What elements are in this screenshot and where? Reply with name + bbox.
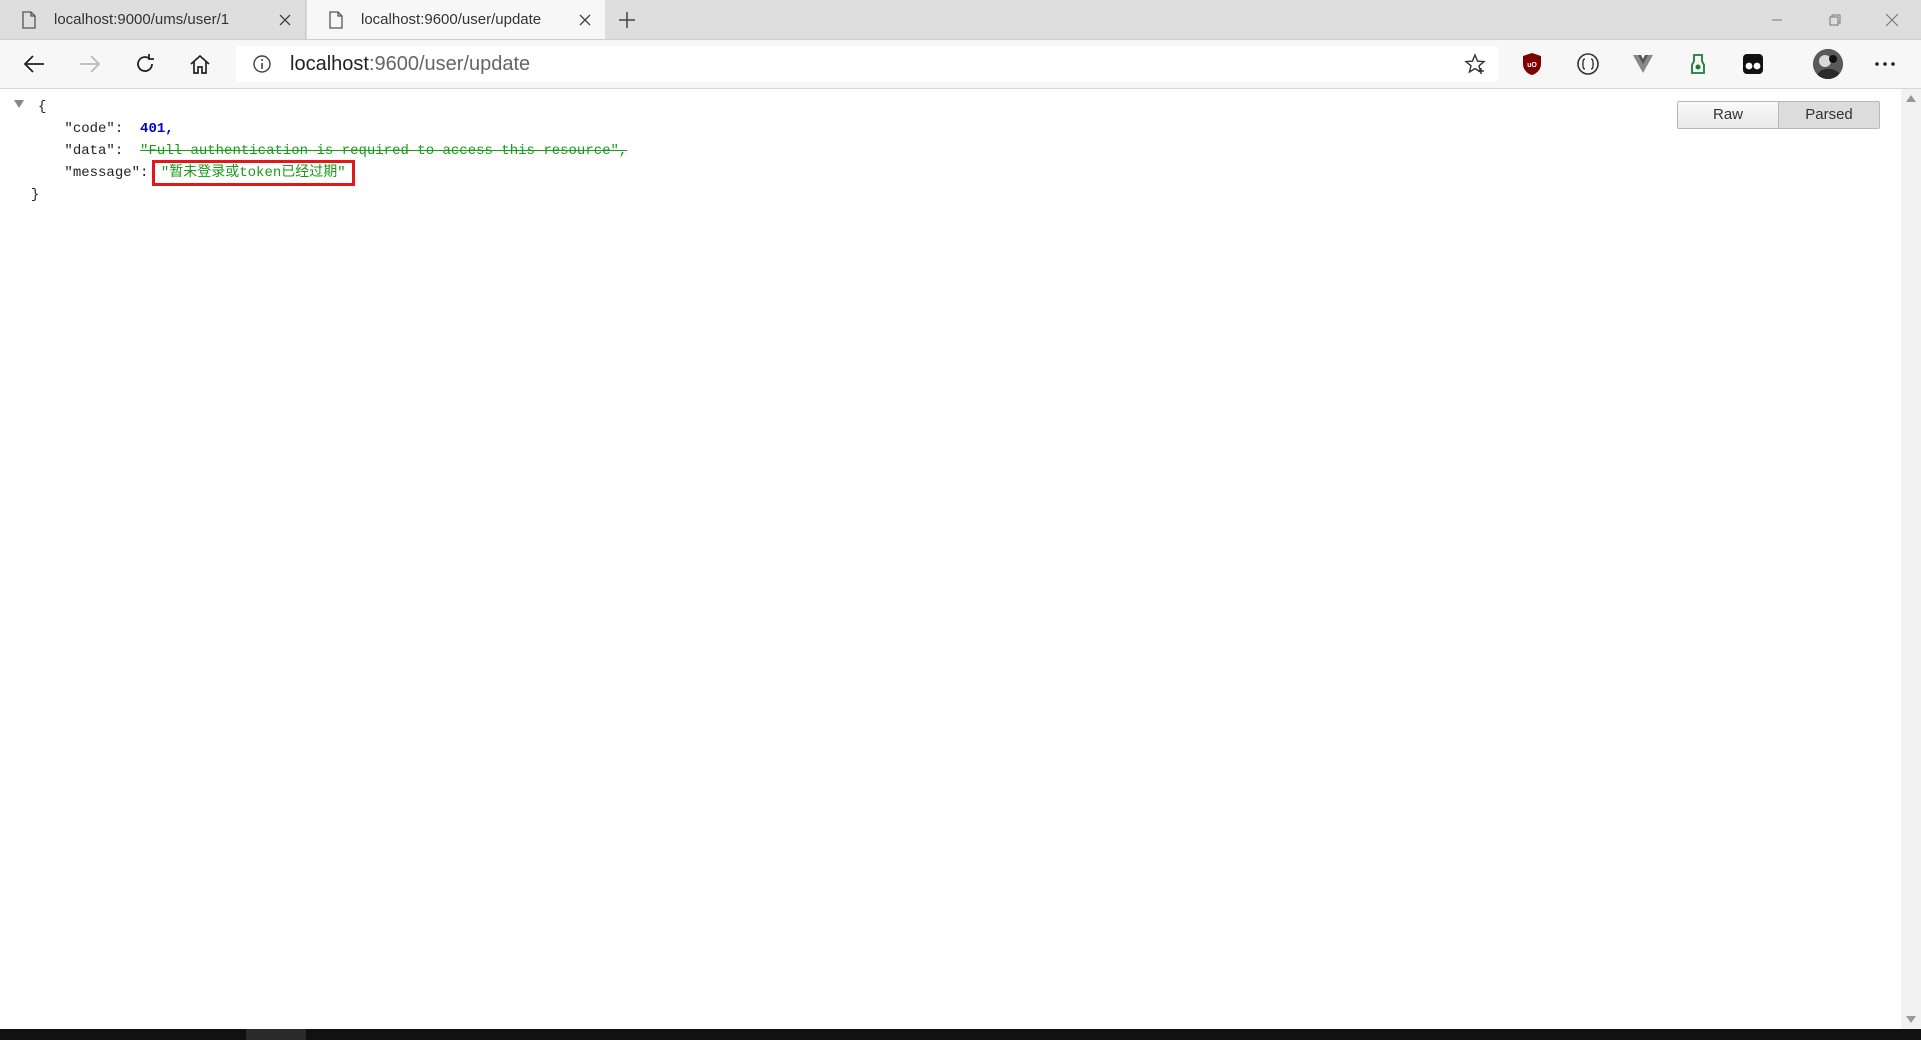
refresh-button[interactable]: [127, 48, 163, 80]
back-button[interactable]: [16, 48, 52, 80]
vertical-scrollbar[interactable]: [1901, 89, 1921, 1029]
svg-text:uO: uO: [1527, 62, 1537, 69]
favorite-star-icon[interactable]: [1464, 53, 1486, 75]
json-key-message: "message":: [64, 165, 149, 181]
vue-devtools-icon[interactable]: [1629, 50, 1657, 78]
home-button[interactable]: [182, 48, 218, 80]
scroll-down-icon[interactable]: [1906, 1016, 1916, 1023]
page-content: { "code": 401, "data": "Full authenticat…: [0, 89, 1901, 1029]
browser-toolbar: localhost:9600/user/update uO: [0, 40, 1921, 89]
tab-title: localhost:9600/user/update: [361, 11, 542, 28]
restore-button[interactable]: [1806, 0, 1864, 39]
minimize-icon: [1772, 19, 1782, 20]
restore-icon: [1829, 14, 1841, 25]
taskbar: [0, 1029, 1921, 1040]
extension-green-icon[interactable]: [1684, 50, 1712, 78]
close-icon: [1885, 13, 1899, 26]
minimize-button[interactable]: [1748, 0, 1806, 39]
tab-user-update[interactable]: localhost:9600/user/update: [307, 0, 605, 39]
close-icon[interactable]: [277, 12, 293, 28]
refresh-icon: [137, 54, 154, 72]
json-value-message: "暂未登录或token已经过期": [151, 160, 355, 186]
new-tab-button[interactable]: [614, 7, 640, 33]
arrow-right-icon: [80, 55, 101, 73]
tampermonkey-icon[interactable]: [1739, 50, 1767, 78]
json-value-data: "Full authentication is required to acce…: [140, 143, 628, 159]
url-host: localhost: [290, 53, 369, 75]
open-brace: {: [38, 99, 47, 115]
view-mode-toggle: Raw Parsed: [1677, 101, 1880, 129]
url-text[interactable]: localhost:9600/user/update: [290, 46, 530, 82]
home-icon: [190, 54, 210, 74]
scroll-up-icon[interactable]: [1906, 95, 1916, 102]
ellipsis-icon: [1875, 62, 1895, 66]
plus-icon: [619, 12, 635, 28]
json-value-code: 401,: [140, 121, 174, 137]
arrow-left-icon: [23, 55, 44, 73]
json-formatter-icon[interactable]: [1574, 50, 1602, 78]
url-path: :9600/user/update: [368, 53, 531, 75]
tab-strip: localhost:9000/ums/user/1 localhost:9600…: [0, 0, 1921, 40]
document-icon: [329, 10, 343, 29]
tab-title: localhost:9000/ums/user/1: [54, 11, 230, 28]
close-icon[interactable]: [577, 12, 593, 28]
parsed-button[interactable]: Parsed: [1779, 102, 1879, 128]
json-key-data: "data":: [64, 143, 124, 159]
close-window-button[interactable]: [1863, 0, 1921, 39]
forward-button[interactable]: [72, 48, 108, 80]
profile-avatar[interactable]: [1813, 49, 1843, 79]
taskbar-item[interactable]: [246, 1029, 306, 1040]
address-bar[interactable]: localhost:9600/user/update: [236, 46, 1498, 82]
close-brace: }: [30, 187, 40, 203]
json-key-code: "code":: [64, 121, 124, 137]
more-menu-button[interactable]: [1867, 48, 1903, 80]
tab-ums-user[interactable]: localhost:9000/ums/user/1: [0, 0, 306, 39]
ublock-origin-icon[interactable]: uO: [1518, 50, 1546, 78]
info-icon[interactable]: [252, 54, 272, 74]
collapse-toggle-icon[interactable]: [14, 100, 24, 109]
raw-button[interactable]: Raw: [1678, 102, 1779, 128]
json-viewer: { "code": 401, "data": "Full authenticat…: [14, 96, 627, 206]
document-icon: [22, 10, 36, 29]
